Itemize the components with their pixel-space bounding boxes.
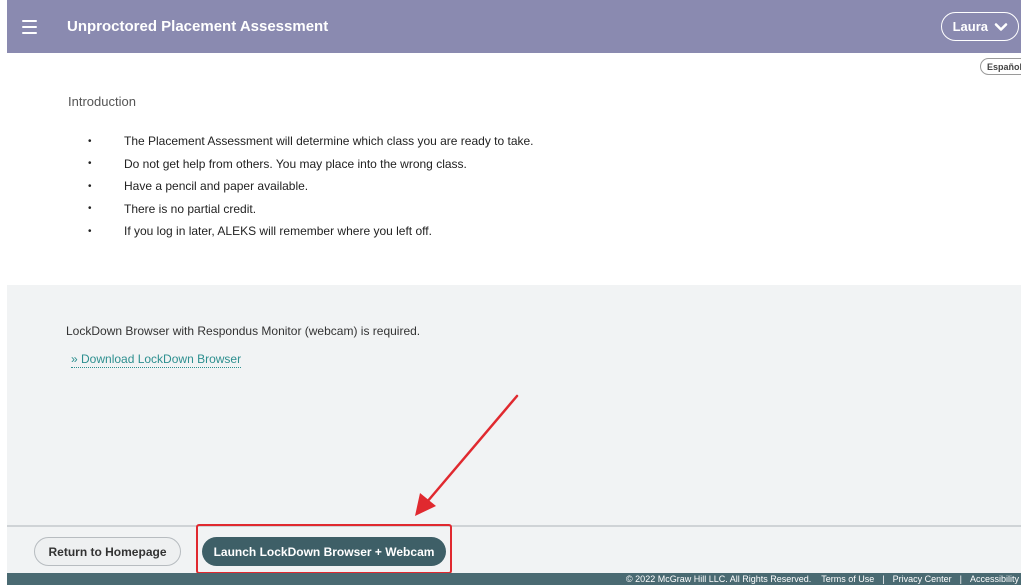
accessibility-link[interactable]: Accessibility <box>970 574 1019 584</box>
bullet-text: The Placement Assessment will determine … <box>124 134 534 149</box>
lockdown-requirement-text: LockDown Browser with Respondus Monitor … <box>66 324 421 338</box>
list-item: • Have a pencil and paper available. <box>88 175 534 198</box>
user-name: Laura <box>952 19 988 34</box>
intro-bullet-list: • The Placement Assessment will determine… <box>88 130 534 243</box>
hamburger-icon[interactable] <box>7 0 51 53</box>
bullet-text: Do not get help from others. You may pla… <box>124 156 467 171</box>
bullet-icon: • <box>88 225 92 237</box>
lockdown-info-panel: LockDown Browser with Respondus Monitor … <box>7 285 1021 525</box>
bullet-icon: • <box>88 180 92 192</box>
footer-separator: | <box>959 574 962 584</box>
copyright-footer: © 2022 McGraw Hill LLC. All Rights Reser… <box>7 573 1021 585</box>
chevron-down-icon <box>994 22 1008 31</box>
language-toggle-button[interactable]: Español <box>980 58 1021 75</box>
terms-of-use-link[interactable]: Terms of Use <box>821 574 874 584</box>
bullet-icon: • <box>88 158 92 170</box>
list-item: • Do not get help from others. You may pl… <box>88 153 534 176</box>
footer-separator: | <box>882 574 885 584</box>
bullet-icon: • <box>88 135 92 147</box>
list-item: • The Placement Assessment will determine… <box>88 130 534 153</box>
bullet-text: If you log in later, ALEKS will remember… <box>124 224 432 239</box>
privacy-center-link[interactable]: Privacy Center <box>893 574 952 584</box>
annotation-highlight-box <box>196 524 452 574</box>
user-menu-button[interactable]: Laura <box>940 12 1019 41</box>
list-item: • If you log in later, ALEKS will remembe… <box>88 220 534 243</box>
list-item: • There is no partial credit. <box>88 198 534 221</box>
return-to-homepage-button[interactable]: Return to Homepage <box>34 537 181 566</box>
bullet-icon: • <box>88 203 92 215</box>
copyright-text: © 2022 McGraw Hill LLC. All Rights Reser… <box>626 574 812 584</box>
top-header: Unproctored Placement Assessment Laura <box>7 0 1021 53</box>
page-title: Unproctored Placement Assessment <box>67 18 329 35</box>
download-lockdown-link[interactable]: » Download LockDown Browser <box>71 352 242 368</box>
page: Unproctored Placement Assessment Laura E… <box>0 0 1021 585</box>
bullet-text: There is no partial credit. <box>124 201 257 216</box>
bullet-text: Have a pencil and paper available. <box>124 179 309 194</box>
intro-heading: Introduction <box>68 94 136 109</box>
